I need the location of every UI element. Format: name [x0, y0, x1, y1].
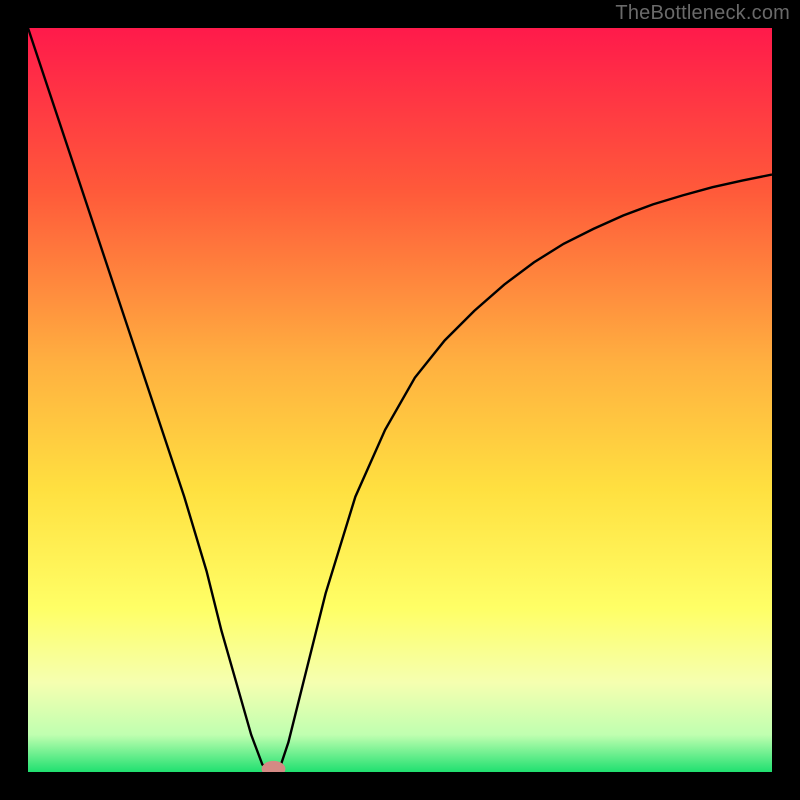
chart-svg	[28, 28, 772, 772]
plot-area	[28, 28, 772, 772]
attribution-text: TheBottleneck.com	[615, 2, 790, 25]
chart-frame: TheBottleneck.com	[0, 0, 800, 800]
gradient-background	[28, 28, 772, 772]
